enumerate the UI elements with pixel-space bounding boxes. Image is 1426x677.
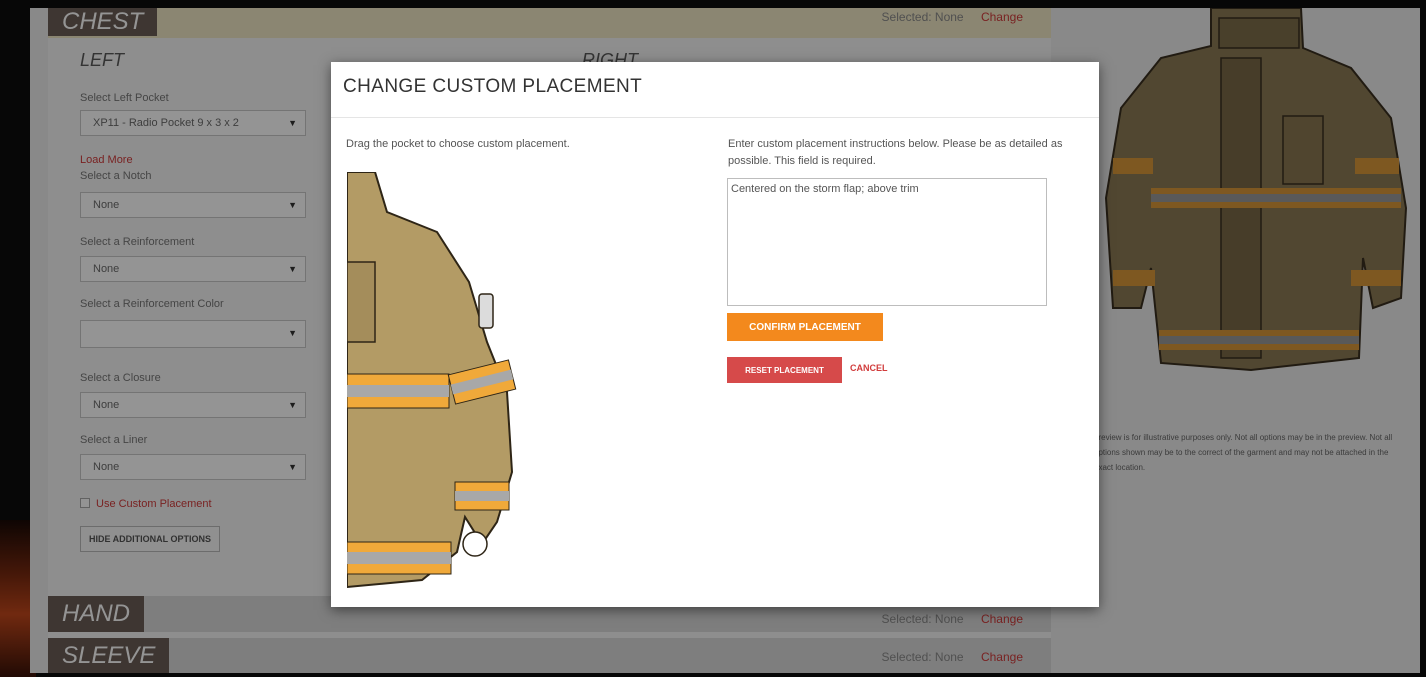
draggable-pocket[interactable] xyxy=(347,261,376,343)
reset-placement-button[interactable]: RESET PLACEMENT xyxy=(727,357,842,383)
placement-instructions-textarea[interactable]: Centered on the storm flap; above trim xyxy=(727,178,1047,306)
placement-instructions: Enter custom placement instructions belo… xyxy=(728,138,1063,167)
drag-instruction: Drag the pocket to choose custom placeme… xyxy=(346,138,570,150)
app-frame: CHEST Selected: None Change LEFT RIGHT S… xyxy=(0,0,1426,677)
cancel-link[interactable]: CANCEL xyxy=(850,363,888,373)
custom-placement-modal: CHANGE CUSTOM PLACEMENT Drag the pocket … xyxy=(331,62,1099,607)
modal-divider xyxy=(331,117,1099,118)
modal-title: CHANGE CUSTOM PLACEMENT xyxy=(343,76,643,97)
confirm-placement-button[interactable]: CONFIRM PLACEMENT xyxy=(727,313,883,341)
jacket-placement-canvas[interactable] xyxy=(347,172,517,592)
